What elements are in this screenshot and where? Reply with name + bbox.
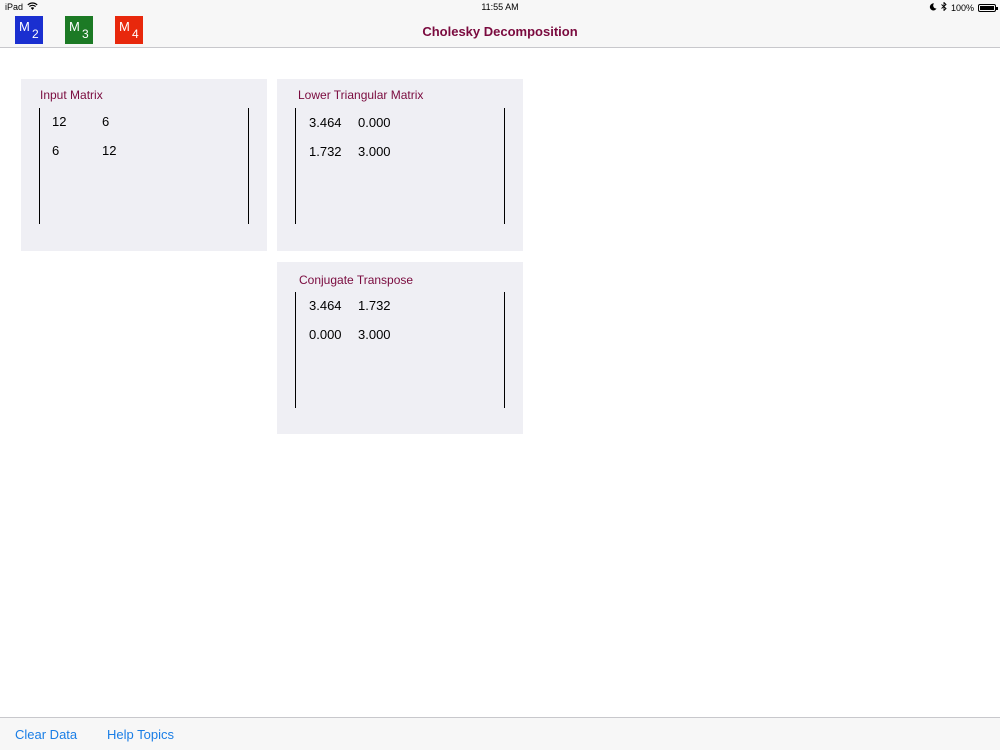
status-bar: iPad 11:55 AM 100% [0, 0, 1000, 16]
conjugate-transpose-panel: Conjugate Transpose 3.464 1.732 0.000 3.… [277, 262, 523, 434]
matrix-cell: 1.732 [309, 144, 342, 159]
battery-icon [978, 3, 998, 12]
matrix-cell: 3.464 [309, 115, 342, 130]
nav-bar: M 2 M 3 M 4 Cholesky Decomposition [0, 16, 1000, 48]
clear-data-button[interactable]: Clear Data [15, 727, 77, 742]
matrix-cell[interactable]: 6 [52, 143, 59, 158]
matrix-cell[interactable]: 12 [102, 143, 116, 158]
matrix-cell: 0.000 [309, 327, 342, 342]
matrix-cell[interactable]: 12 [52, 114, 66, 129]
matrix-cell: 3.000 [358, 327, 391, 342]
bottom-toolbar: Clear Data Help Topics [0, 717, 1000, 750]
matrix-cell[interactable]: 6 [102, 114, 109, 129]
moon-icon [929, 2, 937, 13]
input-matrix-panel: Input Matrix 12 6 6 12 [21, 79, 267, 251]
left-bracket [295, 292, 296, 408]
bluetooth-icon [941, 1, 947, 13]
lower-triangular-title: Lower Triangular Matrix [298, 88, 424, 102]
page-title: Cholesky Decomposition [422, 24, 578, 39]
left-bracket [39, 108, 40, 224]
matrix-cell: 3.464 [309, 298, 342, 313]
matrix-cell: 0.000 [358, 115, 391, 130]
right-bracket [248, 108, 249, 224]
screen: iPad 11:55 AM 100% M 2 M 3 M 4 Cholesky … [0, 0, 1000, 750]
input-matrix-title: Input Matrix [40, 88, 103, 102]
lower-triangular-panel: Lower Triangular Matrix 3.464 0.000 1.73… [277, 79, 523, 251]
battery-percent: 100% [950, 2, 974, 13]
help-topics-button[interactable]: Help Topics [107, 727, 174, 742]
matrix-cell: 1.732 [358, 298, 391, 313]
right-bracket [504, 108, 505, 224]
left-bracket [295, 108, 296, 224]
right-bracket [504, 292, 505, 408]
conjugate-transpose-title: Conjugate Transpose [299, 273, 414, 287]
status-time: 11:55 AM [481, 2, 519, 12]
status-right: 100% [929, 1, 998, 13]
matrix-cell: 3.000 [358, 144, 391, 159]
